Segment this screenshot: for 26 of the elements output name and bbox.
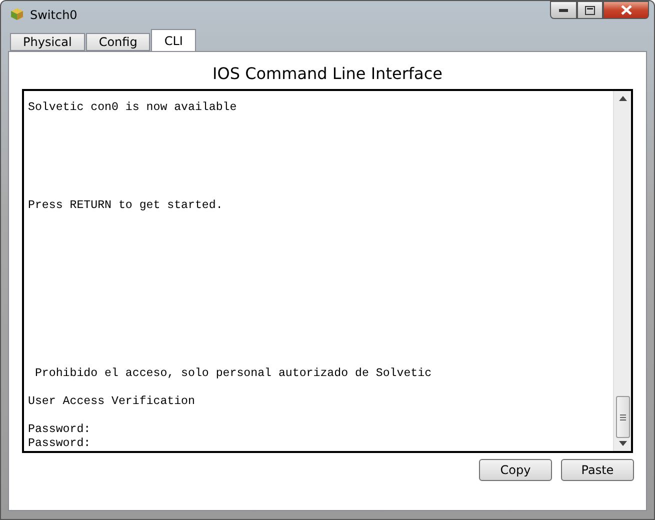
console-line: Password: xyxy=(28,423,92,437)
tab[interactable]: Config xyxy=(86,33,150,51)
tab[interactable]: CLI xyxy=(151,29,196,51)
maximize-button[interactable] xyxy=(577,1,603,19)
console-line: Solvetic con0 is now available xyxy=(28,101,238,115)
minimize-button[interactable] xyxy=(550,1,577,19)
close-icon xyxy=(620,5,632,15)
console-line: User Access Verification xyxy=(28,395,196,409)
switch-icon xyxy=(9,7,25,23)
close-button[interactable] xyxy=(603,1,649,19)
scroll-up-icon[interactable] xyxy=(618,96,626,101)
console-line: Prohibido el acceso, solo personal autorizado de Solvetic xyxy=(34,367,433,381)
panel-heading: IOS Command Line Interface xyxy=(212,64,442,83)
console-line: Press RETURN to get started. xyxy=(28,199,224,213)
console-line: Password: xyxy=(28,437,92,451)
maximize-icon xyxy=(585,6,595,14)
terminal-console[interactable]: Solvetic con0 is now available Press RETURN to get started. Prohibido el acceso, solo personal autorizado de Solvetic User Access Verification Password: Password: xyxy=(22,89,633,453)
grip-icon xyxy=(620,414,626,420)
minimize-icon xyxy=(559,8,568,12)
window-title: Switch0 xyxy=(30,8,78,22)
action-button[interactable]: Paste xyxy=(561,459,634,481)
scroll-thumb[interactable] xyxy=(616,396,630,438)
scroll-down-icon[interactable] xyxy=(618,441,626,446)
tab[interactable]: Physical xyxy=(10,33,85,51)
scrollbar[interactable] xyxy=(613,91,631,451)
action-button[interactable]: Copy xyxy=(479,459,552,481)
